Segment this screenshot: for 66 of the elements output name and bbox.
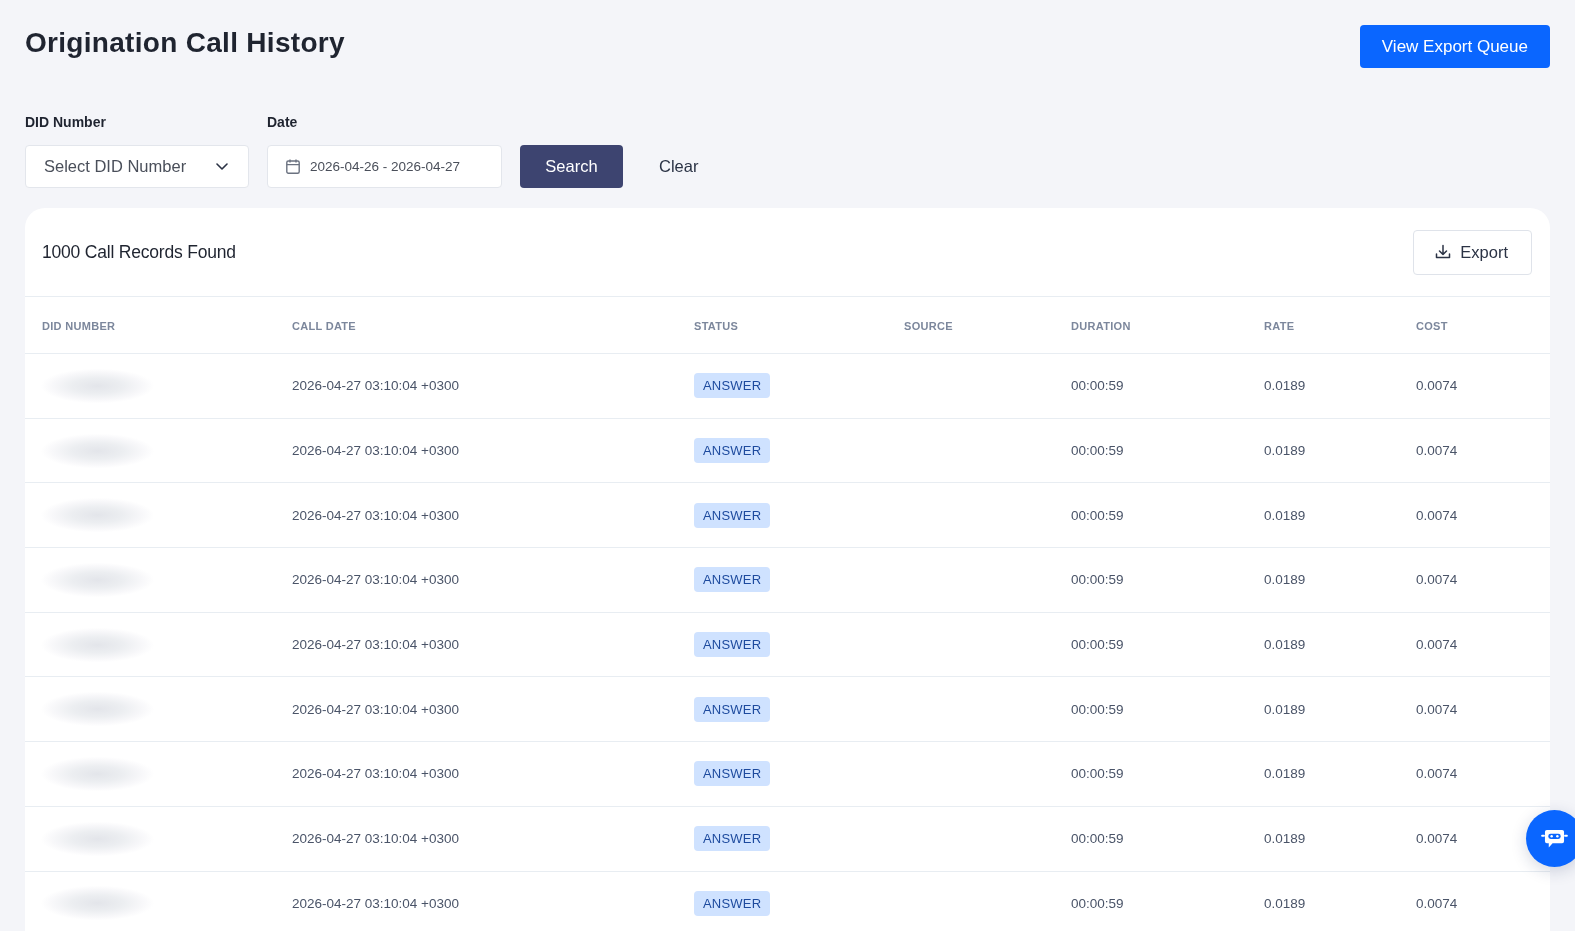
- status-badge: ANSWER: [694, 567, 771, 593]
- table-cell: 00:00:59: [1071, 572, 1124, 588]
- table-cell: 0.0189: [1264, 507, 1306, 523]
- column-header: DID NUMBER: [42, 320, 116, 332]
- table-cell: 00:00:59: [1071, 895, 1124, 911]
- column-header: COST: [1416, 320, 1448, 332]
- table-cell: 0.0189: [1264, 701, 1306, 717]
- table-cell: 00:00:59: [1071, 443, 1124, 459]
- robot-chat-icon: [1541, 828, 1568, 849]
- status-badge: ANSWER: [694, 696, 771, 722]
- table-cell: 2026-04-27 03:10:04 +0300: [292, 443, 460, 459]
- table-cell: 0.0189: [1264, 766, 1306, 782]
- table-cell: 00:00:59: [1071, 766, 1124, 782]
- table-cell: 0.0074: [1416, 637, 1458, 653]
- table-cell: 2026-04-27 03:10:04 +0300: [292, 831, 460, 847]
- status-badge: ANSWER: [694, 761, 771, 787]
- table-cell: 00:00:59: [1071, 701, 1124, 717]
- table-cell: 0.0074: [1416, 701, 1458, 717]
- table-cell: 0.0074: [1416, 831, 1458, 847]
- did-number-select[interactable]: Select DID Number: [25, 145, 249, 188]
- column-header: STATUS: [694, 320, 739, 332]
- table-cell: 0.0189: [1264, 895, 1306, 911]
- table-cell: 0.0189: [1264, 831, 1306, 847]
- table-cell: 2026-04-27 03:10:04 +0300: [292, 637, 460, 653]
- column-header: CALL DATE: [292, 320, 356, 332]
- table-cell: 00:00:59: [1071, 831, 1124, 847]
- column-header: DURATION: [1071, 320, 1131, 332]
- download-icon: [1435, 244, 1452, 260]
- records-count: 1000 Call Records Found: [42, 241, 236, 263]
- column-header: RATE: [1264, 320, 1295, 332]
- table-cell: 0.0074: [1416, 378, 1458, 394]
- field-label: Date: [267, 114, 298, 131]
- table-cell: 2026-04-27 03:10:04 +0300: [292, 895, 460, 911]
- search-button[interactable]: Search: [520, 145, 623, 188]
- column-header: SOURCE: [904, 320, 953, 332]
- status-badge: ANSWER: [694, 502, 771, 528]
- status-badge: ANSWER: [694, 890, 771, 916]
- table-cell: 00:00:59: [1071, 378, 1124, 394]
- table-cell: 0.0074: [1416, 766, 1458, 782]
- table-cell: 0.0189: [1264, 637, 1306, 653]
- table-cell: 2026-04-27 03:10:04 +0300: [292, 766, 460, 782]
- export-button[interactable]: Export: [1413, 229, 1532, 275]
- table-cell: 0.0189: [1264, 378, 1306, 394]
- field-label: DID Number: [25, 114, 106, 131]
- calendar-icon: [286, 159, 300, 174]
- table-cell: 0.0074: [1416, 572, 1458, 588]
- date-range-field[interactable]: 2026-04-26 - 2026-04-27: [267, 145, 502, 188]
- view-export-queue-button[interactable]: View Export Queue: [1359, 25, 1550, 68]
- table-cell: 0.0074: [1416, 443, 1458, 459]
- table-cell: 0.0189: [1264, 443, 1306, 459]
- status-badge: ANSWER: [694, 632, 771, 658]
- table-cell: 2026-04-27 03:10:04 +0300: [292, 378, 460, 394]
- chevron-down-icon: [216, 163, 228, 170]
- table-cell: 0.0074: [1416, 507, 1458, 523]
- status-badge: ANSWER: [694, 373, 771, 399]
- table-cell: 2026-04-27 03:10:04 +0300: [292, 507, 460, 523]
- status-badge: ANSWER: [694, 438, 771, 464]
- page-title: Origination Call History: [25, 26, 345, 60]
- status-badge: ANSWER: [694, 826, 771, 852]
- clear-button[interactable]: Clear: [641, 145, 717, 188]
- table-cell: 0.0189: [1264, 572, 1306, 588]
- table-cell: 2026-04-27 03:10:04 +0300: [292, 572, 460, 588]
- table-cell: 0.0074: [1416, 895, 1458, 911]
- table-cell: 00:00:59: [1071, 637, 1124, 653]
- table-cell: 2026-04-27 03:10:04 +0300: [292, 701, 460, 717]
- table-cell: 00:00:59: [1071, 507, 1124, 523]
